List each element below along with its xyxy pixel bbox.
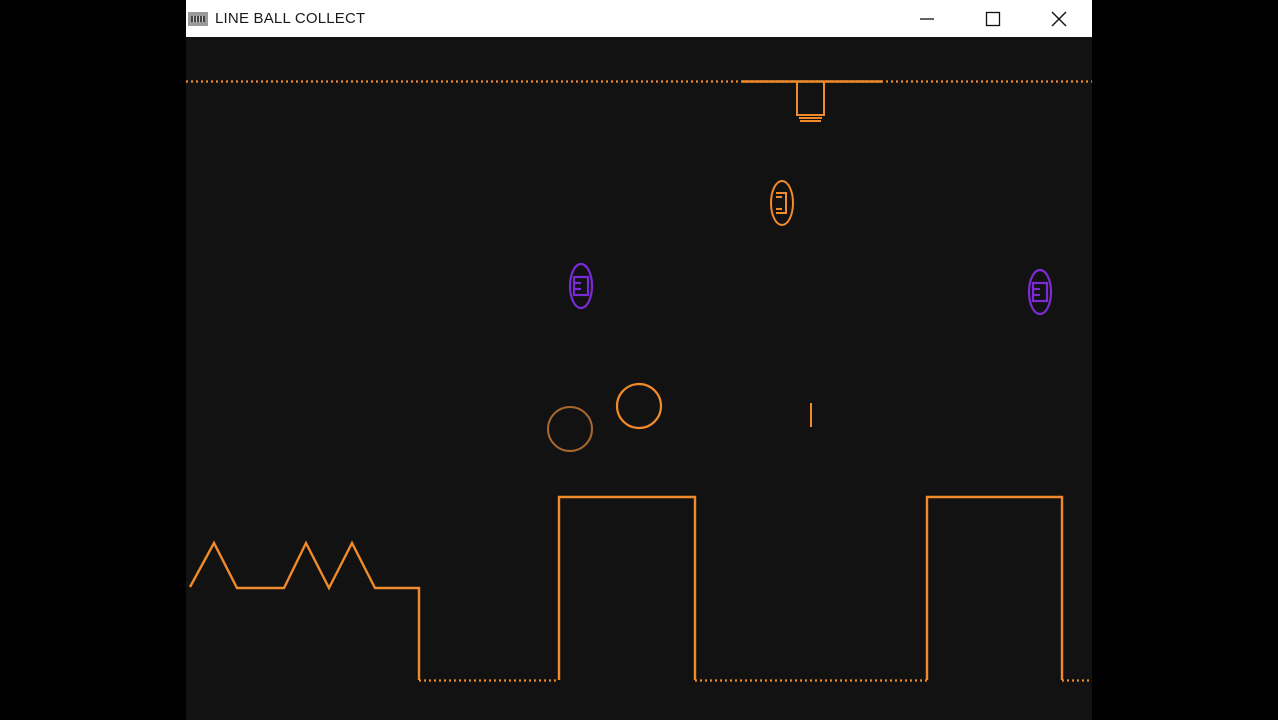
minimize-button[interactable]	[894, 0, 960, 37]
purple-capsule-pickup-right	[1027, 268, 1053, 316]
game-canvas[interactable]	[186, 37, 1092, 720]
ball-player	[615, 382, 663, 430]
maximize-icon	[985, 11, 1001, 26]
app-icon	[188, 11, 208, 26]
purple-capsule-pickup-left	[568, 262, 594, 310]
window-controls	[894, 0, 1092, 37]
close-icon	[1051, 11, 1067, 26]
game-scene	[186, 80, 1092, 682]
window-title: LINE BALL COLLECT	[215, 10, 366, 27]
ball-faded	[547, 406, 593, 452]
terrain-block-right	[925, 495, 1064, 680]
maximize-button[interactable]	[960, 0, 1026, 37]
terrain-block-left	[557, 495, 697, 680]
game-window: LINE BALL COLLECT	[186, 0, 1092, 720]
ball-launcher	[796, 82, 825, 122]
close-button[interactable]	[1026, 0, 1092, 37]
orange-capsule-pickup	[770, 180, 794, 226]
minimize-icon	[920, 17, 934, 20]
title-bar[interactable]: LINE BALL COLLECT	[186, 0, 1092, 37]
terrain-zigzag	[188, 540, 421, 680]
